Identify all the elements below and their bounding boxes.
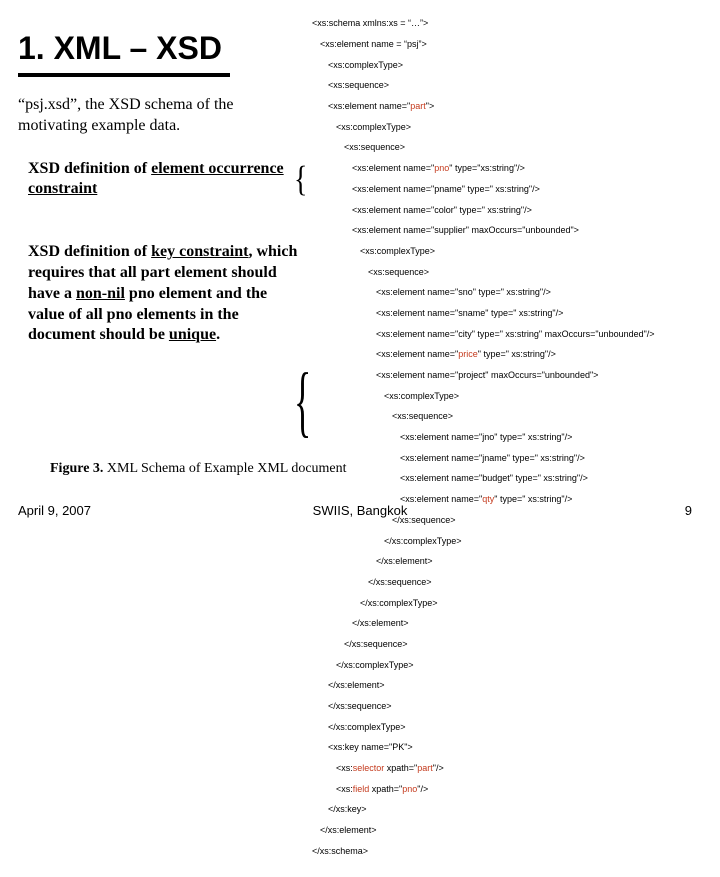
hl: price [458, 349, 478, 359]
code-line: <xs:element name="sno" type=" xs:string"… [312, 287, 655, 297]
code-line: <xs:element name="color" type=" xs:strin… [312, 205, 655, 215]
code-line: <xs:selector xpath="part"/> [312, 763, 655, 773]
slide: 1. XML – XSD “psj.xsd”, the XSD schema o… [0, 0, 720, 540]
sub2-d: non-nil [76, 285, 125, 302]
left-column: “psj.xsd”, the XSD schema of the motivat… [18, 95, 303, 388]
code-line: </xs:element> [312, 680, 655, 690]
code-line: </xs:sequence> [312, 639, 655, 649]
code-line: <xs:sequence> [312, 411, 655, 421]
code-line: <xs:element name="pno" type="xs:string"/… [312, 163, 655, 173]
code-line: <xs:sequence> [312, 142, 655, 152]
code-line: <xs:sequence> [312, 267, 655, 277]
code-line: <xs:element name="project" maxOccurs="un… [312, 370, 655, 380]
sub2-b: key constraint [151, 243, 248, 260]
code-line: </xs:sequence> [312, 701, 655, 711]
hl: part [410, 101, 426, 111]
code-line: <xs:sequence> [312, 80, 655, 90]
footer-venue: SWIIS, Bangkok [0, 503, 720, 518]
hl: selector [353, 763, 385, 773]
sub-point-1: XSD definition of element occurrence con… [28, 159, 303, 201]
hl: pno [434, 163, 449, 173]
code-line: <xs:element name="budget" type=" xs:stri… [312, 473, 655, 483]
code-line: <xs:complexType> [312, 391, 655, 401]
code-line: <xs:complexType> [312, 246, 655, 256]
code-line: <xs:element name="jno" type=" xs:string"… [312, 432, 655, 442]
code-line: <xs:element name="part"> [312, 101, 655, 111]
brace-icon: { [294, 355, 311, 447]
hl: pno [402, 784, 417, 794]
code-line: <xs:complexType> [312, 60, 655, 70]
fig-text: XML Schema of Example XML document [103, 461, 346, 476]
code-line: </xs:key> [312, 804, 655, 814]
code-line: <xs:element name="price" type=" xs:strin… [312, 349, 655, 359]
code-line: <xs:element name="pname" type=" xs:strin… [312, 184, 655, 194]
hl: field [353, 784, 370, 794]
code-line: </xs:element> [312, 618, 655, 628]
slide-title: 1. XML – XSD [18, 30, 230, 77]
footer-page-number: 9 [685, 503, 692, 518]
code-line: <xs:key name="PK"> [312, 742, 655, 752]
brace-icon: { [294, 159, 307, 201]
sub2-a: XSD definition of [28, 243, 151, 260]
code-line: <xs:element name="city" type=" xs:string… [312, 329, 655, 339]
sub1-a: XSD definition of [28, 160, 151, 177]
code-line: </xs:schema> [312, 846, 655, 856]
code-line: <xs:schema xmlns:xs = “…”> [312, 18, 655, 28]
code-line: </xs:complexType> [312, 660, 655, 670]
code-line: </xs:element> [312, 825, 655, 835]
code-line: <xs:field xpath="pno"/> [312, 784, 655, 794]
code-line: </xs:complexType> [312, 598, 655, 608]
code-line: <xs:element name="jname" type=" xs:strin… [312, 453, 655, 463]
code-line: <xs:element name = “psj”> [312, 39, 655, 49]
fig-label: Figure 3. [50, 461, 103, 476]
xsd-code-block: <xs:schema xmlns:xs = “…”> <xs:element n… [312, 8, 655, 877]
sub2-g: . [216, 326, 220, 343]
intro-text: “psj.xsd”, the XSD schema of the motivat… [18, 95, 303, 137]
hl: part [417, 763, 433, 773]
figure-caption: Figure 3. XML Schema of Example XML docu… [50, 460, 347, 478]
sub2-f: unique [169, 326, 216, 343]
code-line: </xs:element> [312, 556, 655, 566]
code-line: </xs:sequence> [312, 577, 655, 587]
code-line: <xs:element name="sname" type=" xs:strin… [312, 308, 655, 318]
sub-point-2: XSD definition of key constraint, which … [28, 242, 303, 346]
code-line: </xs:complexType> [312, 536, 655, 546]
code-line: </xs:complexType> [312, 722, 655, 732]
code-line: <xs:complexType> [312, 122, 655, 132]
code-line: <xs:element name="supplier" maxOccurs="u… [312, 225, 655, 235]
